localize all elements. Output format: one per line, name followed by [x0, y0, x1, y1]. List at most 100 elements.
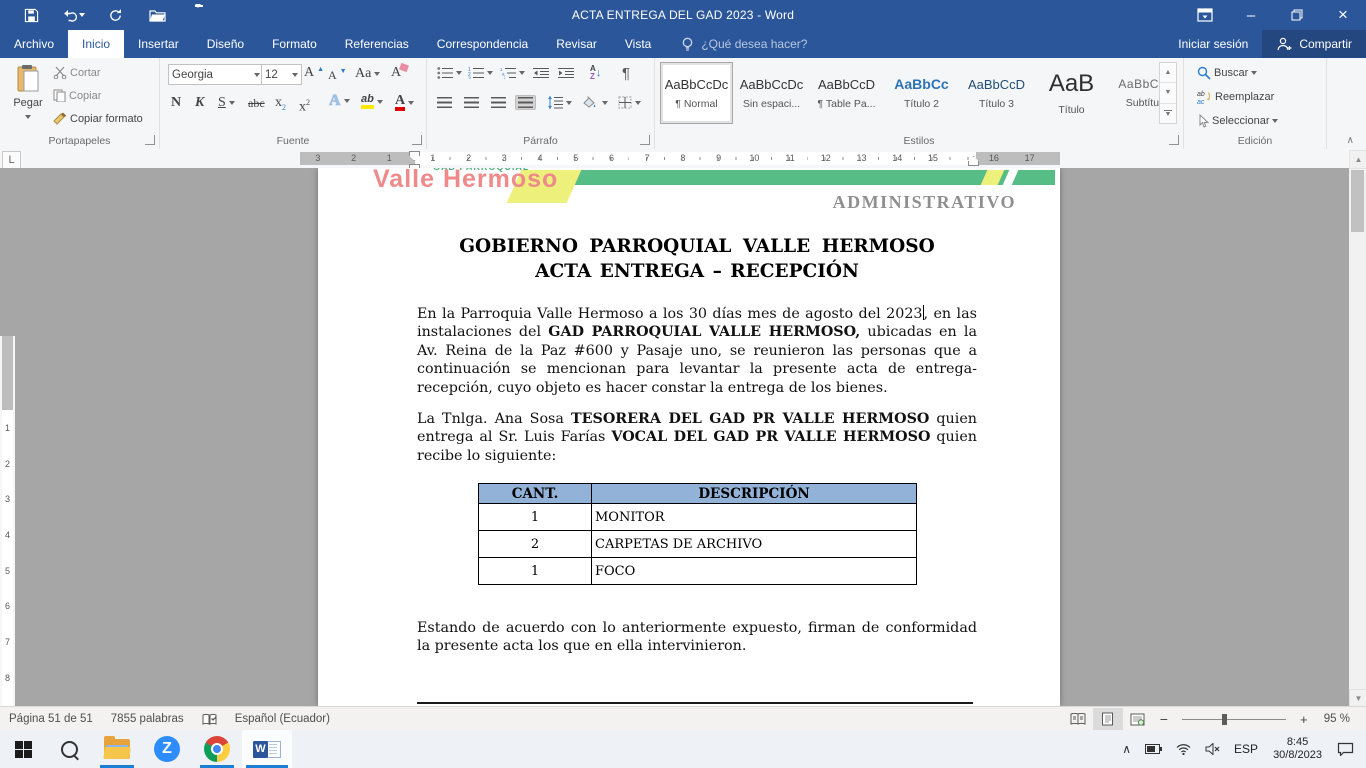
- style-titulo-3[interactable]: AaBbCcDTítulo 3: [960, 62, 1033, 124]
- superscript-button[interactable]: x2: [296, 94, 313, 117]
- font-name-combo[interactable]: Georgia: [168, 64, 264, 85]
- zoom-slider-thumb[interactable]: [1222, 714, 1227, 725]
- taskbar-chrome[interactable]: [192, 730, 242, 768]
- language-indicator[interactable]: Español (Ecuador): [226, 707, 339, 731]
- zoom-in-button[interactable]: +: [1293, 708, 1315, 730]
- taskbar-search-button[interactable]: [46, 730, 92, 768]
- tab-archivo[interactable]: Archivo: [0, 30, 68, 58]
- styles-scroll-up[interactable]: ▲: [1160, 63, 1176, 82]
- word-count[interactable]: 7855 palabras: [102, 707, 193, 731]
- style-table-paragraph[interactable]: AaBbCcD¶ Table Pa...: [810, 62, 883, 124]
- minimize-button[interactable]: –: [1228, 0, 1274, 30]
- styles-dialog-launcher[interactable]: [1169, 135, 1179, 145]
- taskbar-file-explorer[interactable]: [92, 730, 142, 768]
- undo-dropdown-arrow[interactable]: [79, 13, 85, 20]
- numbering-button[interactable]: 123: [465, 65, 496, 81]
- paste-dropdown-arrow[interactable]: [25, 115, 31, 122]
- strikethrough-button[interactable]: abc: [245, 94, 268, 112]
- close-button[interactable]: ×: [1320, 0, 1366, 30]
- font-size-combo[interactable]: 12: [261, 64, 302, 85]
- clipboard-dialog-launcher[interactable]: [145, 135, 155, 145]
- taskbar-word-active[interactable]: W: [242, 730, 292, 768]
- grow-font-button[interactable]: A▲: [301, 64, 327, 82]
- justify-button[interactable]: [515, 95, 536, 110]
- customize-qat-button[interactable]: [178, 0, 220, 30]
- bold-button[interactable]: N: [168, 94, 184, 112]
- decrease-indent-button[interactable]: [530, 65, 552, 81]
- shading-button[interactable]: [579, 94, 611, 111]
- battery-icon[interactable]: [1138, 744, 1169, 754]
- shrink-font-button[interactable]: A▼: [325, 66, 350, 84]
- document-page[interactable]: GAD PARROQUIAL Valle Hermoso ADMINISTRAT…: [318, 168, 1060, 706]
- change-case-button[interactable]: Aa: [352, 65, 383, 83]
- taskbar-zoom-app[interactable]: Z: [142, 730, 192, 768]
- tab-vista[interactable]: Vista: [611, 30, 665, 58]
- tell-me-box[interactable]: ¿Qué desea hacer?: [681, 30, 807, 58]
- vertical-scrollbar[interactable]: ▲ ▼: [1349, 150, 1366, 706]
- wifi-icon[interactable]: [1169, 743, 1198, 755]
- underline-button[interactable]: S: [215, 94, 238, 112]
- tab-correspondencia[interactable]: Correspondencia: [423, 30, 542, 58]
- share-button[interactable]: Compartir: [1262, 30, 1366, 58]
- ribbon-display-options-button[interactable]: [1182, 0, 1228, 30]
- borders-button[interactable]: [615, 94, 644, 111]
- page-indicator[interactable]: Página 51 de 51: [0, 707, 102, 731]
- sign-in-button[interactable]: Iniciar sesión: [1164, 30, 1262, 58]
- styles-scroll-down[interactable]: ▼: [1160, 82, 1176, 102]
- text-effects-button[interactable]: A: [326, 92, 353, 110]
- web-layout-button[interactable]: [1123, 708, 1153, 730]
- subscript-button[interactable]: x2: [272, 94, 289, 117]
- styles-gallery-more[interactable]: ▼: [1160, 103, 1176, 123]
- scrollbar-thumb[interactable]: [1351, 170, 1364, 232]
- tab-insertar[interactable]: Insertar: [124, 30, 193, 58]
- align-left-button[interactable]: [434, 95, 455, 110]
- paragraph-dialog-launcher[interactable]: [640, 135, 650, 145]
- proofing-status[interactable]: [193, 707, 226, 731]
- start-button[interactable]: [0, 730, 46, 768]
- undo-button[interactable]: [52, 0, 94, 30]
- style-normal[interactable]: AaBbCcDc¶ Normal: [660, 62, 733, 124]
- tab-referencias[interactable]: Referencias: [331, 30, 423, 58]
- restore-button[interactable]: [1274, 0, 1320, 30]
- zoom-level[interactable]: 95 %: [1315, 707, 1362, 731]
- multilevel-list-button[interactable]: 1ai: [497, 65, 528, 81]
- cut-button[interactable]: Cortar: [50, 64, 104, 81]
- replace-button[interactable]: abac Reemplazar: [1194, 88, 1277, 106]
- tab-diseno[interactable]: Diseño: [193, 30, 258, 58]
- tab-inicio[interactable]: Inicio: [68, 30, 124, 58]
- zoom-slider[interactable]: [1182, 719, 1286, 720]
- select-button[interactable]: Seleccionar: [1194, 112, 1281, 130]
- bullets-button[interactable]: [434, 65, 465, 81]
- style-titulo[interactable]: AaBTítulo: [1035, 62, 1108, 124]
- collapse-ribbon-button[interactable]: ∧: [1347, 135, 1354, 146]
- copy-button[interactable]: Copiar: [50, 87, 104, 104]
- clock[interactable]: 8:45 30/8/2023: [1265, 736, 1330, 762]
- line-spacing-button[interactable]: [544, 94, 575, 111]
- format-painter-button[interactable]: Copiar formato: [50, 110, 146, 127]
- tab-revisar[interactable]: Revisar: [542, 30, 611, 58]
- repeat-button[interactable]: [94, 0, 136, 30]
- read-mode-button[interactable]: [1063, 708, 1093, 730]
- zoom-out-button[interactable]: −: [1153, 708, 1175, 730]
- volume-muted-icon[interactable]: [1198, 743, 1227, 755]
- sort-button[interactable]: AZ↓: [587, 63, 604, 83]
- paste-button[interactable]: Pegar: [6, 62, 50, 124]
- style-titulo-2[interactable]: AaBbCcTítulo 2: [885, 62, 958, 124]
- increase-indent-button[interactable]: [555, 65, 577, 81]
- action-center-button[interactable]: [1330, 742, 1366, 756]
- tab-formato[interactable]: Formato: [258, 30, 331, 58]
- save-button[interactable]: [10, 0, 52, 30]
- align-right-button[interactable]: [488, 95, 509, 110]
- find-button[interactable]: Buscar: [1194, 64, 1260, 82]
- font-dialog-launcher[interactable]: [412, 135, 422, 145]
- open-button[interactable]: [136, 0, 178, 30]
- align-center-button[interactable]: [461, 95, 482, 110]
- tray-show-hidden-icons[interactable]: ∧: [1115, 742, 1138, 756]
- scroll-up-arrow[interactable]: ▲: [1349, 150, 1366, 169]
- tab-stop-selector[interactable]: L: [2, 151, 21, 169]
- show-marks-button[interactable]: ¶: [619, 63, 633, 84]
- print-layout-button[interactable]: [1093, 708, 1123, 730]
- clear-formatting-button[interactable]: A: [388, 64, 404, 82]
- italic-button[interactable]: K: [192, 94, 207, 112]
- style-sin-espaciado[interactable]: AaBbCcDcSin espaci...: [735, 62, 808, 124]
